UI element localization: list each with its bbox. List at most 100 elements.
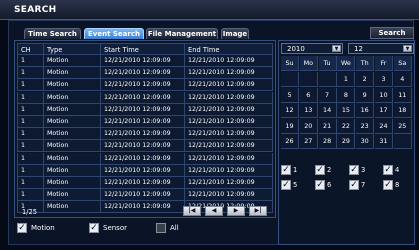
channel-7-checkbox[interactable]: ✓ 7 — [349, 180, 383, 192]
calendar-day[interactable]: 12 — [281, 103, 299, 118]
calendar-day[interactable]: 2 — [356, 72, 375, 87]
weekday-header: Su Mo Tu We Th Fr Sa — [281, 56, 413, 72]
cell-ch: 1 — [17, 177, 43, 189]
table-row[interactable]: 1Motion12/21/2010 12:09:0912/21/2010 12:… — [17, 128, 273, 141]
calendar-day[interactable]: 19 — [281, 118, 299, 134]
sensor-checkbox[interactable]: ✓ — [89, 223, 99, 233]
last-page-icon[interactable]: ▶| — [249, 206, 267, 216]
calendar-day[interactable]: 30 — [356, 134, 375, 149]
channel-6-checkbox[interactable]: ✓ 6 — [315, 180, 349, 192]
calendar-day[interactable]: 28 — [318, 134, 337, 149]
tab-time-search[interactable]: Time Search — [24, 28, 81, 39]
calendar-day[interactable]: 7 — [318, 87, 337, 103]
checkmark-icon[interactable]: ✓ — [383, 165, 393, 175]
calendar-day[interactable]: 13 — [299, 103, 318, 118]
table-row[interactable]: 1Motion12/21/2010 12:09:0912/21/2010 12:… — [17, 189, 273, 202]
table-row[interactable]: 1Motion12/21/2010 12:09:0912/21/2010 12:… — [17, 79, 273, 92]
table-row[interactable]: 1Motion12/21/2010 12:09:0912/21/2010 12:… — [17, 91, 273, 104]
channel-selector: ✓ 1 ✓ 2 ✓ 3 ✓ 4 ✓ 5 ✓ 6 ✓ 7 ✓ 8 — [281, 165, 415, 195]
channel-1-checkbox[interactable]: ✓ 1 — [281, 165, 315, 177]
window-title: SEARCH — [14, 5, 57, 15]
table-row[interactable]: 1Motion12/21/2010 12:09:0912/21/2010 12:… — [17, 67, 273, 80]
motion-label: Motion — [31, 224, 55, 232]
tab-image[interactable]: Image — [221, 28, 249, 39]
calendar-day[interactable]: 27 — [299, 134, 318, 149]
calendar-day[interactable]: 15 — [337, 103, 356, 118]
prev-page-icon[interactable]: ◀ — [205, 206, 223, 216]
col-header-ch: CH — [17, 43, 43, 55]
event-list-box: CH Type Start Time End TIme 1 Motion 12/21… — [14, 40, 276, 218]
cell-type: Motion — [43, 67, 100, 80]
table-row[interactable]: 1Motion12/21/2010 12:09:0912/21/2010 12:… — [17, 103, 273, 116]
chevron-down-icon[interactable]: ▼ — [403, 45, 412, 52]
cell-start-time: 12/21/2010 12:09:09 — [100, 128, 184, 141]
calendar-day[interactable]: 10 — [375, 87, 393, 103]
cell-ch: 1 — [17, 152, 43, 165]
calendar-day — [281, 72, 299, 87]
next-page-icon[interactable]: ▶ — [227, 206, 245, 216]
calendar-day[interactable]: 23 — [356, 118, 375, 134]
channel-5-checkbox[interactable]: ✓ 5 — [281, 180, 315, 192]
calendar-day[interactable]: 18 — [393, 103, 412, 118]
calendar-day[interactable]: 6 — [299, 87, 318, 103]
calendar-day[interactable]: 3 — [375, 72, 393, 87]
calendar-day[interactable]: 11 — [393, 87, 412, 103]
cell-type: Motion — [43, 128, 100, 141]
checkmark-icon[interactable]: ✓ — [281, 165, 291, 175]
cell-end-time: 12/21/2010 12:09:09 — [184, 91, 273, 104]
search-button[interactable]: Search — [370, 27, 414, 39]
channel-8-checkbox[interactable]: ✓ 8 — [383, 180, 417, 192]
calendar-day[interactable]: 31 — [375, 134, 393, 149]
cell-end-time: 12/21/2010 12:09:09 — [184, 67, 273, 80]
calendar-day[interactable]: 1 — [337, 72, 356, 87]
checkmark-icon[interactable]: ✓ — [349, 165, 359, 175]
calendar-day[interactable]: 4 — [393, 72, 412, 87]
channel-3-checkbox[interactable]: ✓ 3 — [349, 165, 383, 177]
calendar-day[interactable]: 22 — [337, 118, 356, 134]
channel-4-checkbox[interactable]: ✓ 4 — [383, 165, 417, 177]
tab-event-search[interactable]: Event Search — [84, 28, 144, 39]
calendar-day[interactable]: 5 — [281, 87, 299, 103]
calendar-day[interactable]: 8 — [337, 87, 356, 103]
calendar-day[interactable]: 20 — [299, 118, 318, 134]
cell-type: Motion — [43, 201, 100, 214]
channel-label: 2 — [327, 166, 332, 174]
calendar-day[interactable]: 17 — [375, 103, 393, 118]
cell-start-time: 12/21/2010 12:09:09 — [100, 164, 184, 177]
calendar-day[interactable]: 26 — [281, 134, 299, 149]
cell-start-time: 12/21/2010 12:09:09 — [100, 67, 184, 80]
calendar-day[interactable]: 14 — [318, 103, 337, 118]
cell-start-time: 12/21/2010 12:09:09 — [100, 189, 184, 202]
calendar-day[interactable]: 29 — [337, 134, 356, 149]
motion-checkbox[interactable]: ✓ — [17, 223, 27, 233]
calendar-day[interactable]: 16 — [356, 103, 375, 118]
cell-type: Motion — [43, 189, 100, 202]
calendar-day[interactable]: 25 — [393, 118, 412, 134]
all-label: All — [170, 224, 179, 232]
table-row[interactable]: 1Motion12/21/2010 12:09:0912/21/2010 12:… — [17, 55, 273, 67]
channel-label: 7 — [361, 181, 366, 189]
tab-file-management[interactable]: File Management — [146, 28, 218, 39]
table-row[interactable]: 1Motion12/21/2010 12:09:0912/21/2010 12:… — [17, 164, 273, 177]
table-row[interactable]: 1Motion12/21/2010 12:09:0912/21/2010 12:… — [17, 177, 273, 189]
calendar-day[interactable]: 9 — [356, 87, 375, 103]
year-select[interactable]: 2010 ▼ — [281, 43, 343, 54]
table-row[interactable]: 1Motion12/21/2010 12:09:0912/21/2010 12:… — [17, 152, 273, 165]
checkmark-icon[interactable]: ✓ — [315, 165, 325, 175]
checkmark-icon[interactable]: ✓ — [349, 180, 359, 190]
table-row[interactable]: 1Motion12/21/2010 12:09:0912/21/2010 12:… — [17, 116, 273, 128]
table-row[interactable]: 1Motion12/21/2010 12:09:0912/21/2010 12:… — [17, 140, 273, 153]
all-checkbox[interactable] — [156, 223, 166, 233]
cell-type: Motion — [43, 91, 100, 104]
chevron-down-icon[interactable]: ▼ — [332, 45, 341, 52]
calendar-day[interactable]: 21 — [318, 118, 337, 134]
checkmark-icon[interactable]: ✓ — [281, 180, 291, 190]
col-header-end-time: End TIme — [184, 43, 273, 55]
checkmark-icon[interactable]: ✓ — [383, 180, 393, 190]
weekday-label: Tu — [318, 56, 337, 71]
checkmark-icon[interactable]: ✓ — [315, 180, 325, 190]
calendar-day[interactable]: 24 — [375, 118, 393, 134]
month-select[interactable]: 12 ▼ — [348, 43, 414, 54]
first-page-icon[interactable]: |◀ — [183, 206, 201, 216]
channel-2-checkbox[interactable]: ✓ 2 — [315, 165, 349, 177]
